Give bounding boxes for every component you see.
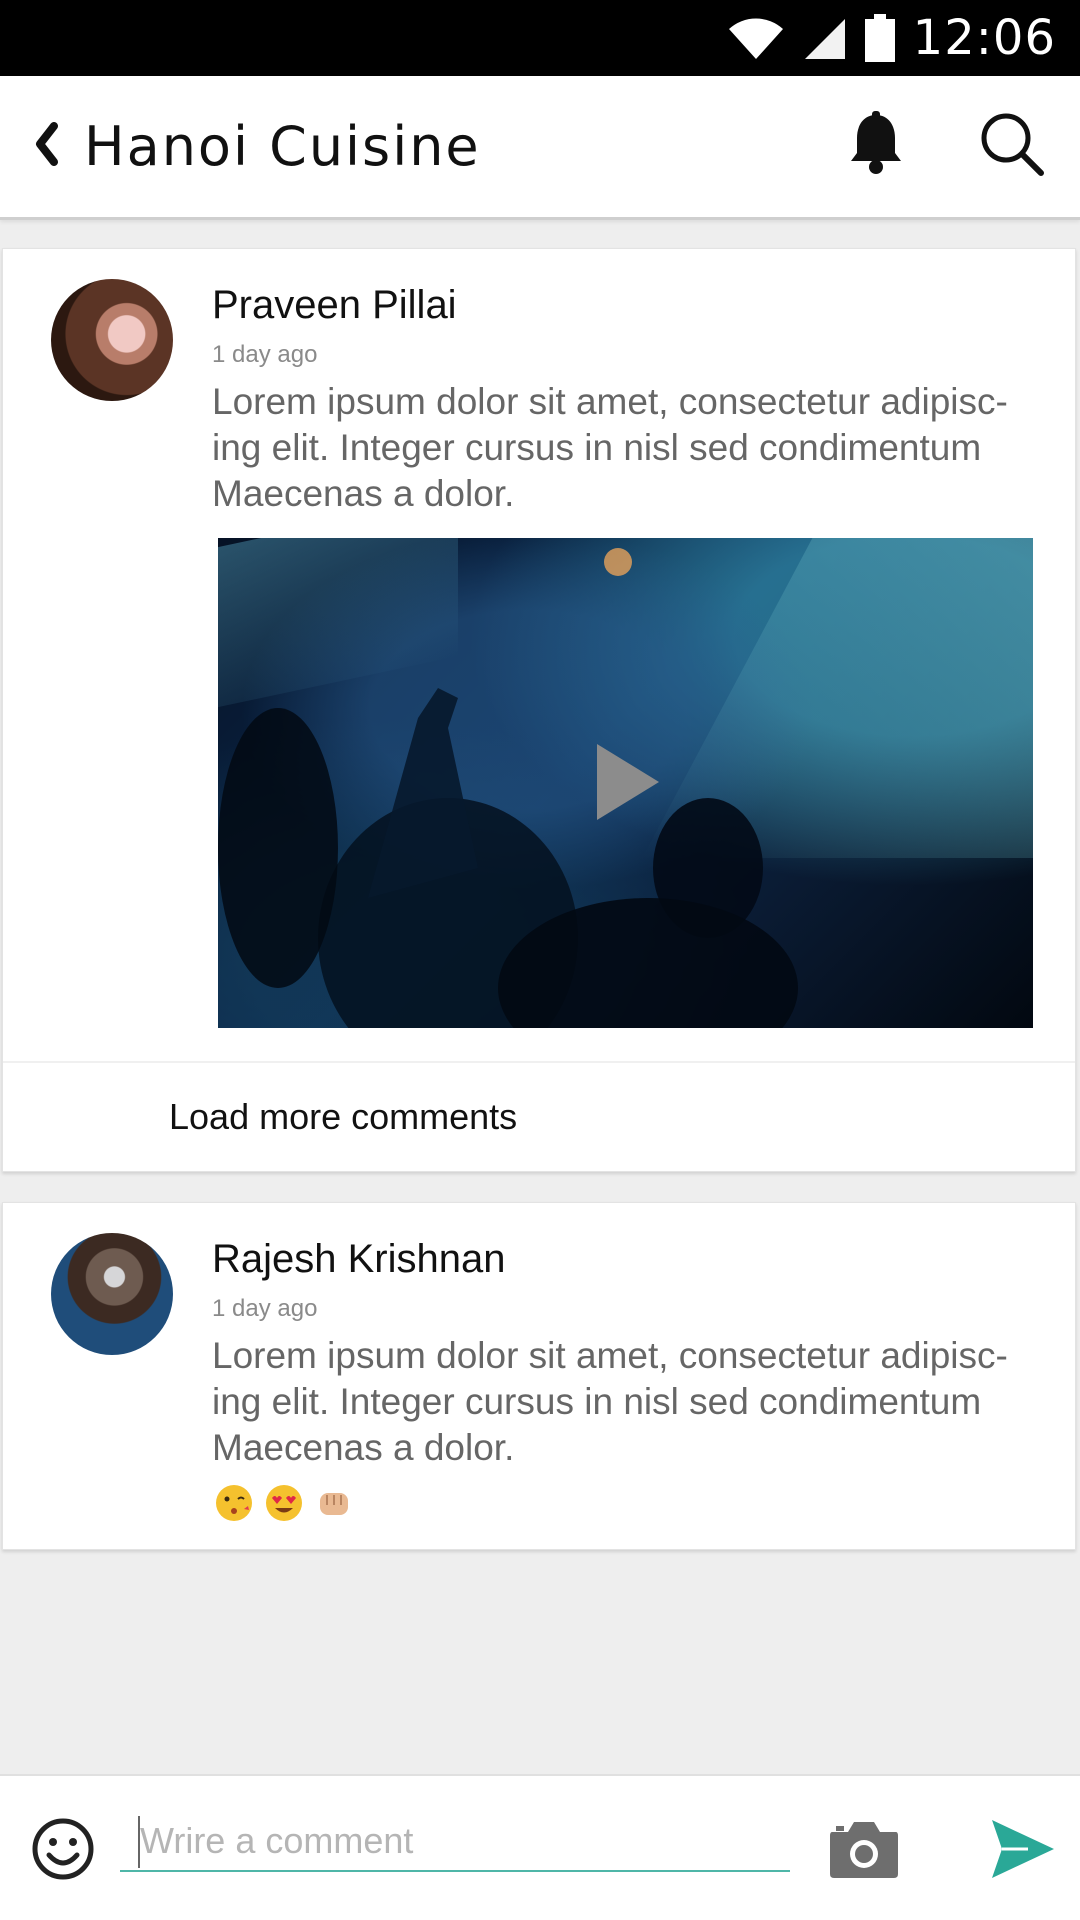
camera-button[interactable]: [828, 1818, 900, 1880]
text-cursor: [138, 1816, 140, 1868]
status-bar: 12:06: [0, 0, 1080, 76]
battery-icon: [864, 14, 895, 62]
post-text: Lorem ipsum dolor sit amet, consectetur …: [212, 1335, 1008, 1468]
search-icon: [979, 111, 1045, 182]
status-time: 12:06: [912, 10, 1056, 66]
send-button[interactable]: [988, 1814, 1058, 1884]
post-author[interactable]: Praveen Pillai: [212, 283, 457, 328]
divider: [3, 1061, 1075, 1063]
signal-icon: [803, 15, 847, 61]
notifications-button[interactable]: [838, 109, 914, 185]
comment-composer: [0, 1774, 1080, 1920]
emoji-row: [214, 1483, 354, 1523]
post-card: Rajesh Krishnan 1 day ago Lorem ipsum do…: [2, 1202, 1076, 1550]
page-title: Hanoi Cuisine: [84, 115, 481, 178]
play-icon: [593, 742, 663, 827]
post-timestamp: 1 day ago: [212, 1295, 318, 1322]
post-card: Praveen Pillai 1 day ago Lorem ipsum dol…: [2, 248, 1076, 1172]
video-thumbnail[interactable]: [218, 538, 1033, 1028]
fist-emoji: [320, 1493, 348, 1515]
bell-icon: [849, 111, 903, 182]
wifi-icon: [727, 15, 785, 61]
avatar[interactable]: [51, 279, 173, 401]
post-text: Lorem ipsum dolor sit amet, consectetur …: [212, 381, 1008, 514]
smiley-icon: [30, 1818, 96, 1886]
camera-icon: [828, 1822, 900, 1884]
back-chevron-icon: [32, 122, 60, 171]
kissing-face-emoji: [216, 1485, 252, 1521]
comment-input[interactable]: [120, 1812, 790, 1872]
send-icon: [988, 1820, 1058, 1888]
back-button[interactable]: [14, 107, 78, 187]
search-button[interactable]: [974, 109, 1050, 185]
post-timestamp: 1 day ago: [212, 341, 318, 368]
load-more-comments-button[interactable]: Load more comments: [169, 1096, 517, 1138]
app-bar: Hanoi Cuisine: [0, 76, 1080, 220]
avatar[interactable]: [51, 1233, 173, 1355]
play-button[interactable]: [588, 742, 668, 827]
emoji-picker-button[interactable]: [30, 1816, 96, 1882]
heart-eyes-emoji: [266, 1485, 302, 1521]
post-author[interactable]: Rajesh Krishnan: [212, 1237, 506, 1282]
